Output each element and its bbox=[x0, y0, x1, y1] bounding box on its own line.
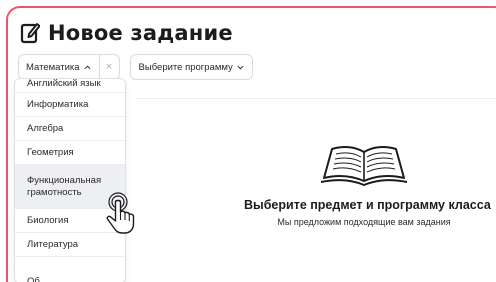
dropdown-item-informatics[interactable]: Информатика bbox=[15, 93, 125, 116]
program-select-value: Выберите программу bbox=[138, 61, 233, 73]
dropdown-item-label: Информатика bbox=[27, 99, 89, 110]
dropdown-item-english[interactable]: Английский язык bbox=[15, 78, 125, 92]
empty-state-title: Выберите предмет и программу класса bbox=[244, 198, 491, 212]
subject-select[interactable]: Математика bbox=[18, 54, 100, 80]
subject-select-value: Математика bbox=[26, 61, 80, 73]
hand-pointer-cursor-icon bbox=[106, 192, 135, 234]
dropdown-item-social-studies[interactable]: Об bbox=[15, 270, 125, 282]
dropdown-item-literature[interactable]: Литература bbox=[15, 233, 125, 256]
dropdown-item-geometry[interactable]: Геометрия bbox=[15, 141, 125, 164]
open-book-icon bbox=[320, 146, 408, 187]
content-divider bbox=[136, 98, 496, 99]
dropdown-item-label: Английский язык bbox=[27, 78, 101, 89]
empty-state: Выберите предмет и программу класса Мы п… bbox=[244, 142, 491, 227]
filter-bar: Математика × Выберите программу bbox=[18, 54, 253, 80]
subject-dropdown: Английский язык Информатика Алгебра Геом… bbox=[14, 78, 126, 282]
chevron-up-icon bbox=[84, 64, 91, 69]
dropdown-item-algebra[interactable]: Алгебра bbox=[15, 117, 125, 140]
dropdown-item-label-line2: грамотность bbox=[27, 186, 82, 198]
edit-document-icon bbox=[20, 23, 40, 44]
dropdown-item-label: Геометрия bbox=[27, 147, 74, 158]
dropdown-item-label: Биология bbox=[27, 215, 69, 226]
clear-subject-button[interactable]: × bbox=[99, 54, 120, 80]
program-select[interactable]: Выберите программу bbox=[129, 54, 253, 80]
chevron-down-icon bbox=[237, 65, 244, 70]
page-title: Новое задание bbox=[48, 21, 233, 45]
page-header: Новое задание bbox=[20, 16, 233, 50]
empty-state-subtitle: Мы предложим подходящие вам задания bbox=[277, 217, 451, 227]
dropdown-divider bbox=[15, 256, 125, 257]
dropdown-item-label: Об bbox=[27, 276, 40, 282]
dropdown-item-label-line1: Функциональная bbox=[27, 174, 102, 186]
close-icon: × bbox=[105, 62, 113, 72]
dropdown-item-label: Алгебра bbox=[27, 123, 64, 134]
dropdown-item-label: Литература bbox=[27, 239, 79, 250]
